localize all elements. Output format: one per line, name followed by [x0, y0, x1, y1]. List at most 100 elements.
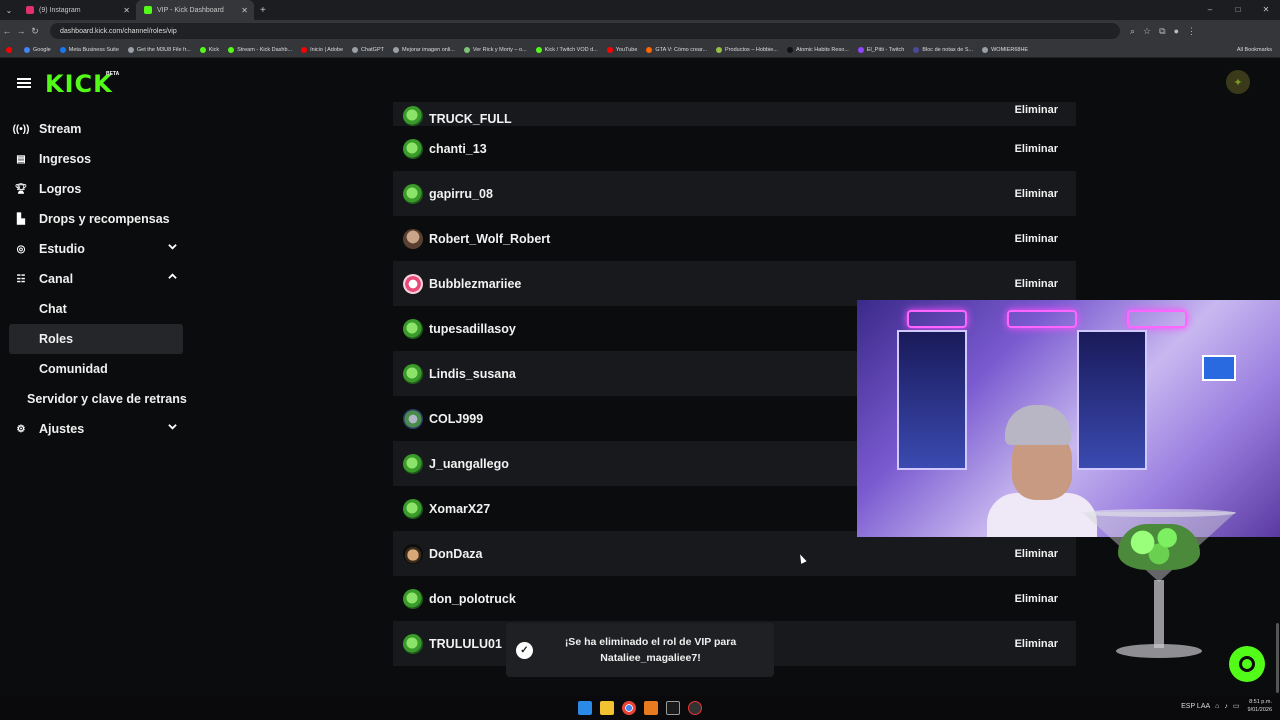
- close-tab-icon[interactable]: ✕: [123, 6, 130, 15]
- toast-message-line2: Nataliee_magaliee7!: [600, 652, 701, 664]
- bookmark-item[interactable]: Kick: [199, 46, 219, 53]
- trophy-icon: 🏆︎: [14, 183, 28, 195]
- page-scrollbar[interactable]: [1276, 623, 1279, 693]
- vip-username[interactable]: TRUCK_FULL: [429, 112, 512, 126]
- tab-search-icon[interactable]: ⌄: [0, 6, 18, 15]
- back-icon[interactable]: ←: [0, 26, 14, 36]
- sidebar-item-chat[interactable]: Chat: [9, 294, 189, 324]
- vip-username[interactable]: Robert_Wolf_Robert: [429, 232, 550, 246]
- remove-vip-button[interactable]: Eliminar: [1015, 638, 1058, 650]
- new-tab-button[interactable]: +: [260, 5, 266, 16]
- remove-vip-button[interactable]: Eliminar: [1015, 104, 1058, 116]
- sidebar-item-ingresos[interactable]: ▤ Ingresos: [9, 144, 189, 174]
- bookmark-item[interactable]: Productos – Hobbie...: [716, 46, 778, 53]
- sidebar-item-roles[interactable]: Roles: [9, 324, 183, 354]
- bookmark-item[interactable]: Stream - Kick Dashb...: [228, 46, 292, 53]
- bookmark-item[interactable]: Atomic Habits Reso...: [786, 46, 849, 53]
- sidebar-item-stream[interactable]: ((•)) Stream: [9, 114, 189, 144]
- battery-icon[interactable]: ▭: [1233, 702, 1240, 710]
- maximize-icon[interactable]: □: [1224, 0, 1252, 20]
- bookmark-item[interactable]: Google: [24, 46, 51, 53]
- volume-icon[interactable]: ♪: [1224, 703, 1228, 710]
- forward-icon[interactable]: →: [14, 26, 28, 36]
- vip-username[interactable]: Bubblezmariiee: [429, 277, 521, 291]
- bookmark-item[interactable]: El_Pitti - Twitch: [857, 46, 904, 53]
- vip-username[interactable]: DonDaza: [429, 547, 482, 561]
- sidebar-item-drops[interactable]: ▙ Drops y recompensas: [9, 204, 189, 234]
- vip-username[interactable]: tupesadillasoy: [429, 322, 516, 336]
- file-explorer-icon[interactable]: [600, 701, 614, 715]
- zoom-icon[interactable]: ⌕: [1130, 26, 1135, 37]
- user-avatar[interactable]: ✦: [1226, 70, 1250, 94]
- toast-message-line1: ¡Se ha eliminado el rol de VIP para: [564, 636, 737, 648]
- bookmark-item[interactable]: Kick / Twitch VOD d...: [535, 46, 598, 53]
- sidebar-item-label: Canal: [39, 272, 74, 286]
- bookmark-label: Google: [33, 46, 51, 53]
- chevron-down-icon: [168, 244, 177, 250]
- bookmark-item[interactable]: ChatGPT: [352, 46, 384, 53]
- bookmark-icon: [857, 46, 864, 53]
- sidebar-item-ajustes[interactable]: ⚙ Ajustes: [9, 414, 189, 444]
- star-icon[interactable]: ☆: [1143, 26, 1151, 37]
- bookmark-item[interactable]: Meta Business Suite: [59, 46, 119, 53]
- bookmark-item[interactable]: GTA V: Cómo crear...: [646, 46, 707, 53]
- chrome-icon[interactable]: [622, 701, 636, 715]
- tab-instagram[interactable]: (9) Instagram ✕: [18, 0, 136, 20]
- bookmark-item[interactable]: [6, 46, 15, 53]
- user-avatar: [403, 633, 423, 654]
- vip-username[interactable]: chanti_13: [429, 142, 487, 156]
- kick-icon: [144, 6, 152, 14]
- extensions-icon[interactable]: ⧉: [1159, 26, 1165, 37]
- vip-username[interactable]: COLJ999: [429, 412, 483, 426]
- sidebar-item-canal[interactable]: ☷ Canal: [9, 264, 189, 294]
- url-text: dashboard.kick.com/channel/roles/vip: [60, 27, 177, 35]
- minimize-icon[interactable]: –: [1196, 0, 1224, 20]
- profile-icon[interactable]: ●: [1174, 26, 1179, 37]
- network-icon[interactable]: ⌂: [1215, 703, 1219, 710]
- sidebar-item-label: Servidor y clave de retrans: [27, 392, 187, 406]
- remove-vip-button[interactable]: Eliminar: [1015, 143, 1058, 155]
- bookmark-item[interactable]: Mejorar imagen onli...: [392, 46, 455, 53]
- all-bookmarks-button[interactable]: All Bookmarks: [1237, 42, 1272, 57]
- menu-icon[interactable]: ⋮: [1187, 26, 1196, 37]
- bookmark-item[interactable]: YouTube: [606, 46, 637, 53]
- bookmark-icon: [392, 46, 399, 53]
- tab-kick-dashboard[interactable]: VIP - Kick Dashboard ✕: [136, 0, 254, 20]
- vip-username[interactable]: XomarX27: [429, 502, 490, 516]
- bookmark-label: Bloc de notas de S...: [922, 46, 974, 53]
- windows-start-icon[interactable]: [578, 701, 592, 715]
- kick-app-icon[interactable]: [666, 701, 680, 715]
- close-window-icon[interactable]: ✕: [1252, 0, 1280, 20]
- vip-username[interactable]: TRULULU01: [429, 637, 502, 651]
- sidebar-item-estudio[interactable]: ◎ Estudio: [9, 234, 189, 264]
- remove-vip-button[interactable]: Eliminar: [1015, 278, 1058, 290]
- vip-username[interactable]: don_polotruck: [429, 592, 516, 606]
- remove-vip-button[interactable]: Eliminar: [1015, 593, 1058, 605]
- bookmark-item[interactable]: Inicio | Adobe: [301, 46, 343, 53]
- sidebar-item-servidor[interactable]: Servidor y clave de retrans: [9, 384, 189, 414]
- bookmark-item[interactable]: Ver Rick y Morty – o...: [463, 46, 527, 53]
- remove-vip-button[interactable]: Eliminar: [1015, 233, 1058, 245]
- remove-vip-button[interactable]: Eliminar: [1015, 188, 1058, 200]
- hamburger-menu-icon[interactable]: [17, 78, 31, 88]
- sidebar-item-logros[interactable]: 🏆︎ Logros: [9, 174, 189, 204]
- vip-username[interactable]: J_uangallego: [429, 457, 509, 471]
- sidebar-item-comunidad[interactable]: Comunidad: [9, 354, 189, 384]
- bookmark-item[interactable]: WOMIER68HE: [982, 46, 1028, 53]
- kick-logo[interactable]: KICK: [45, 70, 113, 98]
- close-tab-icon[interactable]: ✕: [241, 6, 248, 15]
- bookmark-item[interactable]: Bloc de notas de S...: [913, 46, 974, 53]
- bookmark-item[interactable]: Get the M3U8 File fr...: [127, 46, 191, 53]
- reload-icon[interactable]: ↻: [28, 26, 42, 37]
- clock[interactable]: 8:51 p.m. 9/01/2026: [1248, 698, 1272, 714]
- obs-icon[interactable]: [688, 701, 702, 715]
- help-button[interactable]: [1229, 646, 1265, 682]
- bookmark-icon: [228, 46, 235, 53]
- url-input[interactable]: dashboard.kick.com/channel/roles/vip: [50, 23, 1120, 39]
- bookmark-label: Get the M3U8 File fr...: [136, 46, 191, 53]
- remove-vip-button[interactable]: Eliminar: [1015, 548, 1058, 560]
- vip-username[interactable]: Lindis_susana: [429, 367, 516, 381]
- vip-username[interactable]: gapirru_08: [429, 187, 493, 201]
- language-indicator[interactable]: ESP LAA: [1181, 703, 1210, 710]
- app-icon[interactable]: [644, 701, 658, 715]
